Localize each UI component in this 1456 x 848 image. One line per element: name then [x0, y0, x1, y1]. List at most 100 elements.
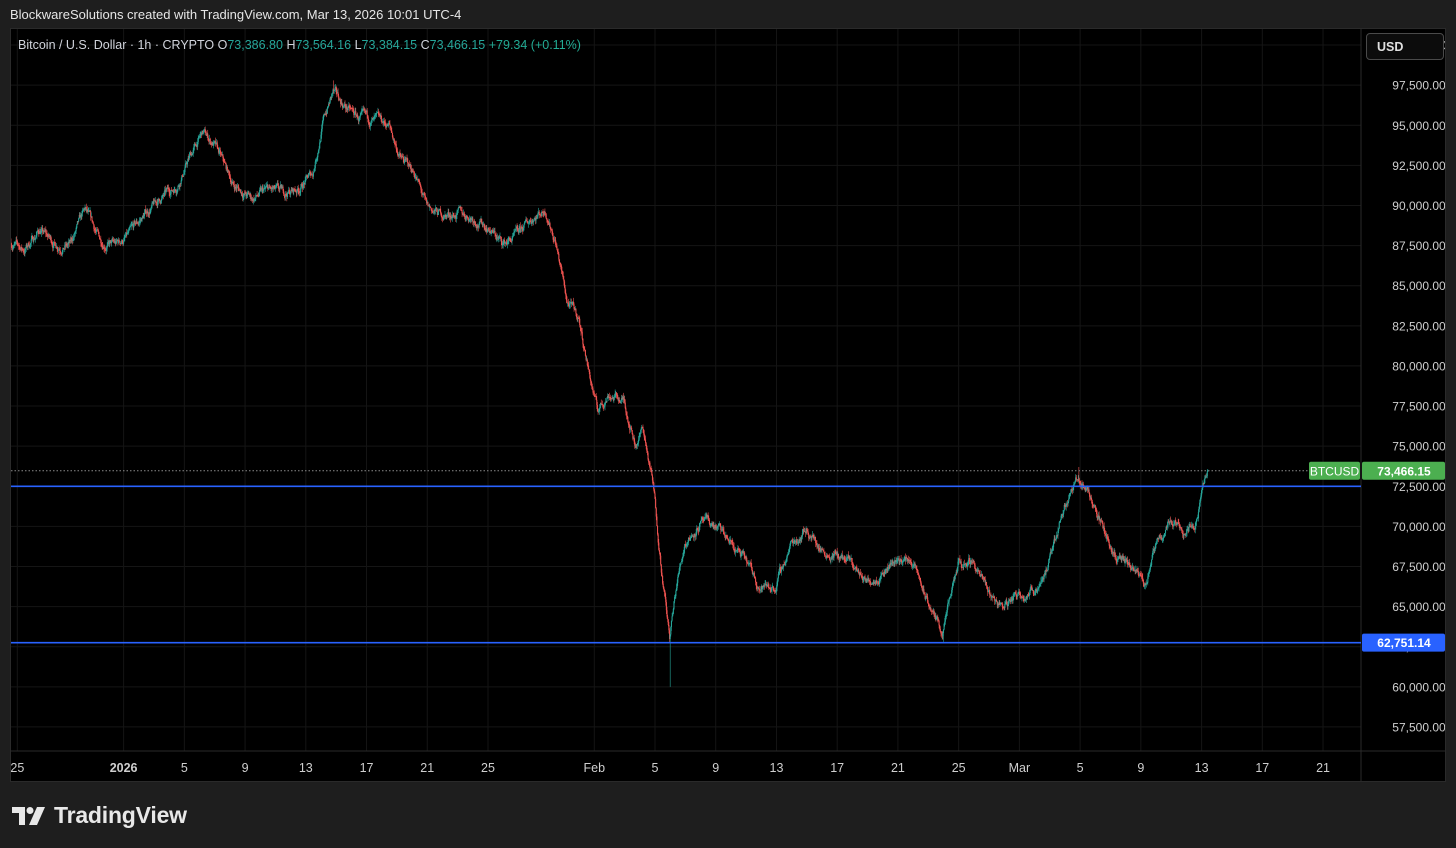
candle-body: [989, 590, 991, 595]
y-axis-labels: 57,500.0060,000.0062,500.0065,000.0067,5…: [1389, 39, 1445, 735]
candle-body: [523, 224, 525, 228]
candle-body: [391, 130, 393, 133]
candle-body: [675, 591, 677, 597]
y-tick-label: 72,500.00: [1392, 480, 1445, 494]
y-tick-label: 87,500.00: [1392, 239, 1445, 253]
x-tick-label: 13: [770, 761, 784, 775]
x-tick-label: 17: [1255, 761, 1269, 775]
candle: [588, 361, 590, 371]
candle-body: [533, 219, 535, 222]
x-tick-label: 25: [481, 761, 495, 775]
y-tick-label: 60,000.00: [1392, 680, 1445, 694]
candle-body: [209, 138, 211, 143]
candle-body: [930, 608, 932, 611]
candle-body: [314, 161, 316, 169]
y-tick-label: 82,500.00: [1392, 319, 1445, 333]
candle-body: [283, 194, 285, 196]
candle-body: [184, 167, 186, 173]
candle-body: [134, 220, 136, 224]
candle-body: [1016, 595, 1019, 597]
candle: [734, 546, 736, 557]
y-tick-label: 65,000.00: [1392, 600, 1445, 614]
candle-body: [579, 318, 581, 326]
x-axis-labels: 25 2026 5 9 13 17 21 25 Feb 5 9 13 17 21 25 Mar 5 9 13 17 21: [11, 761, 1330, 775]
candle-body: [631, 427, 633, 431]
candle-body: [944, 615, 946, 622]
x-tick-label: Mar: [1009, 761, 1031, 775]
candle-body: [661, 572, 663, 576]
x-tick-label: 9: [1137, 761, 1144, 775]
candle-body: [546, 218, 548, 221]
candle-body: [389, 123, 391, 126]
candle: [989, 586, 991, 598]
candle-body: [81, 210, 84, 214]
candle-body: [617, 395, 619, 398]
candle-body: [474, 221, 476, 225]
x-tick-label: 5: [1077, 761, 1084, 775]
candle-body: [950, 595, 952, 597]
candle-body: [656, 516, 658, 527]
candle-body: [538, 211, 540, 215]
candle-body: [588, 365, 590, 370]
candle-body: [91, 216, 93, 221]
candle-body: [186, 161, 189, 165]
candle-body: [35, 237, 37, 239]
y-tick-label: 80,000.00: [1392, 359, 1445, 373]
candle-body: [582, 338, 584, 345]
candle-body: [231, 183, 233, 185]
candle-body: [12, 245, 15, 249]
y-tick-label: 90,000.00: [1392, 199, 1445, 213]
y-tick-label: 70,000.00: [1392, 520, 1445, 534]
candle-body: [671, 616, 673, 621]
candle-body: [627, 421, 629, 425]
y-tick-label: 75,000.00: [1392, 440, 1445, 454]
candle-body: [549, 223, 551, 227]
candle-body: [753, 572, 755, 577]
candle-body: [667, 616, 669, 620]
candle-body: [938, 620, 940, 626]
candle-body: [545, 214, 547, 219]
y-tick-label: 77,500.00: [1392, 400, 1445, 414]
candle-body: [680, 562, 682, 565]
candle: [870, 578, 872, 587]
x-tick-label: 21: [1316, 761, 1330, 775]
y-tick-label: 57,500.00: [1392, 720, 1445, 734]
x-tick-label: 13: [1195, 761, 1209, 775]
candle-body: [584, 349, 586, 356]
price-chart[interactable]: 57,500.0060,000.0062,500.0065,000.0067,5…: [11, 29, 1445, 781]
candle-body: [1043, 576, 1045, 580]
candle-body: [868, 579, 871, 582]
candle-body: [755, 578, 757, 583]
candle: [267, 184, 269, 192]
chart-frame[interactable]: 57,500.0060,000.0062,500.0065,000.0067,5…: [10, 28, 1446, 782]
candle-body: [311, 173, 313, 175]
x-tick-label: 9: [242, 761, 249, 775]
chart-caption: BlockwareSolutions created with TradingV…: [10, 7, 462, 22]
y-tick-label: 92,500.00: [1392, 159, 1445, 173]
x-tick-label: 17: [830, 761, 844, 775]
y-tick-label: 67,500.00: [1392, 560, 1445, 574]
candle-body: [514, 230, 516, 232]
candle-body: [54, 242, 56, 246]
candle-body: [985, 581, 988, 586]
candle-body: [660, 555, 662, 565]
candle-body: [708, 519, 710, 524]
candle-body: [699, 523, 701, 527]
x-tick-label: Feb: [583, 761, 605, 775]
candle-body: [642, 426, 644, 430]
candle-body: [655, 498, 657, 509]
y-tick-label: 85,000.00: [1392, 279, 1445, 293]
x-tick-label: 9: [712, 761, 719, 775]
x-tick-label: 5: [181, 761, 188, 775]
y-tick-label: 95,000.00: [1392, 119, 1445, 133]
candle-body: [561, 270, 563, 272]
candle-body: [960, 561, 962, 565]
x-tick-label: 25: [952, 761, 966, 775]
candle-body: [758, 588, 760, 590]
candle-body: [312, 172, 314, 177]
candle-body: [290, 191, 292, 195]
candlestick-series: [11, 80, 1209, 687]
y-tick-label: 97,500.00: [1392, 79, 1445, 93]
candle-body: [918, 576, 920, 578]
candle-body: [575, 308, 577, 314]
